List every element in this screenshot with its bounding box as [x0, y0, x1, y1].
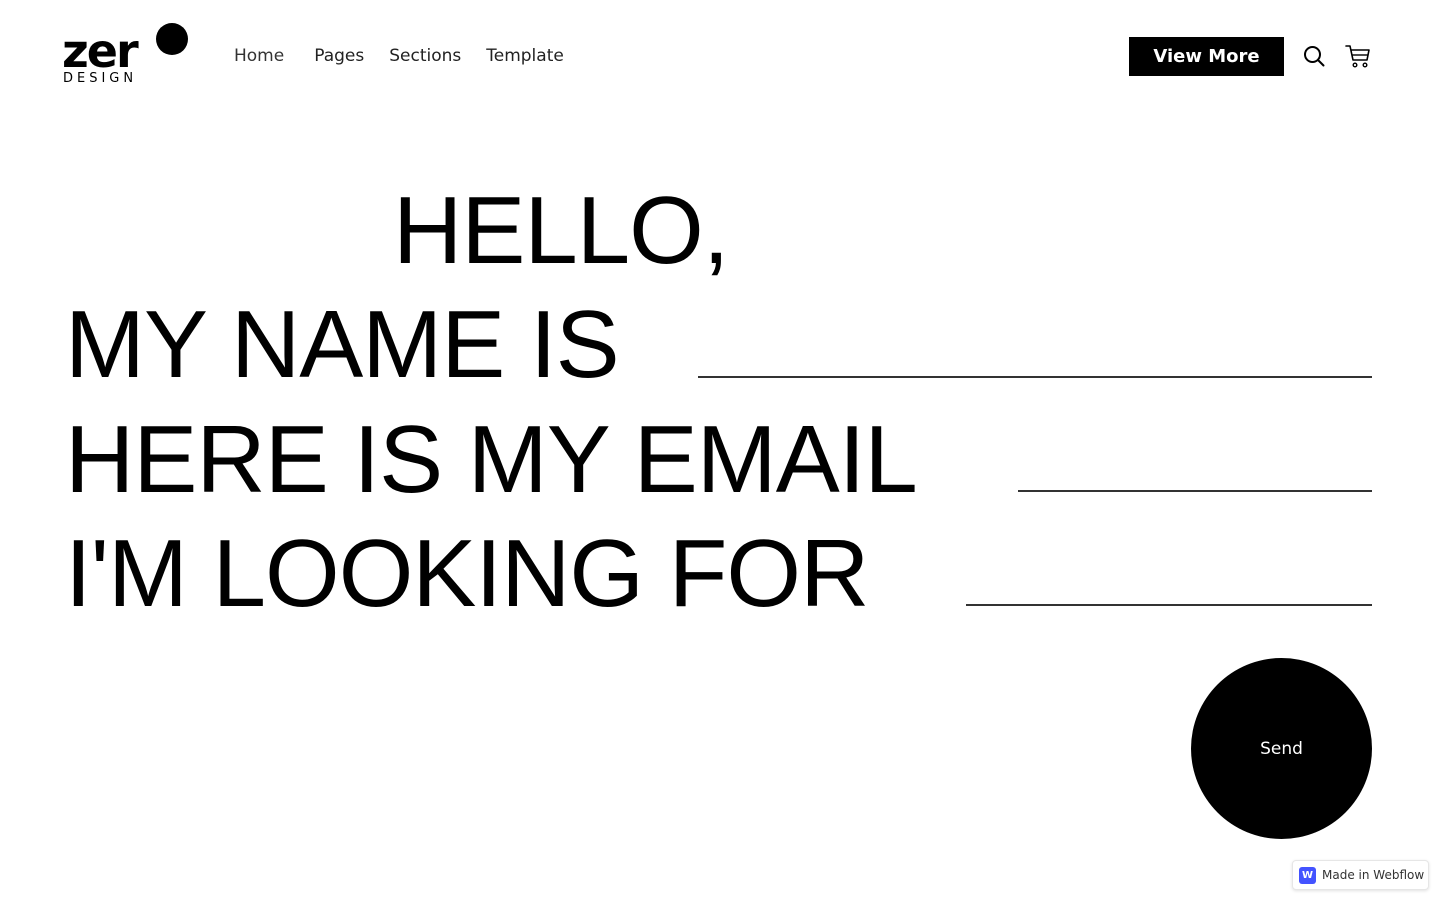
made-in-webflow-badge[interactable]: W Made in Webflow [1292, 860, 1429, 890]
name-label: MY NAME IS [65, 291, 620, 398]
nav-home[interactable]: Home [234, 45, 284, 67]
nav-template[interactable]: Template [486, 45, 564, 67]
brand-sub: DESIGN [63, 71, 138, 86]
send-button[interactable]: Send [1191, 658, 1372, 839]
brand-name: zer [62, 24, 139, 78]
search-button[interactable] [1300, 42, 1328, 70]
nav-pages[interactable]: Pages [314, 45, 364, 67]
cart-icon [1345, 45, 1370, 68]
greeting-heading: HELLO, [393, 177, 729, 284]
main-nav: Home Pages Sections Template [234, 45, 564, 67]
webflow-badge-label: Made in Webflow [1322, 868, 1425, 882]
nav-sections[interactable]: Sections [389, 45, 461, 67]
brand-logo[interactable]: zer DESIGN [62, 22, 190, 88]
view-more-button[interactable]: View More [1129, 37, 1284, 76]
page: zer DESIGN Home Pages Sections Template … [0, 0, 1440, 900]
webflow-logo-icon: W [1299, 866, 1316, 884]
logo-dot-shape [156, 23, 188, 55]
email-input[interactable] [1018, 452, 1372, 492]
looking-for-input[interactable] [966, 566, 1372, 606]
search-icon [1304, 46, 1325, 67]
cart-button[interactable] [1344, 42, 1372, 70]
name-input[interactable] [698, 338, 1372, 378]
email-label: HERE IS MY EMAIL [65, 406, 918, 513]
looking-for-label: I'M LOOKING FOR [65, 520, 869, 627]
